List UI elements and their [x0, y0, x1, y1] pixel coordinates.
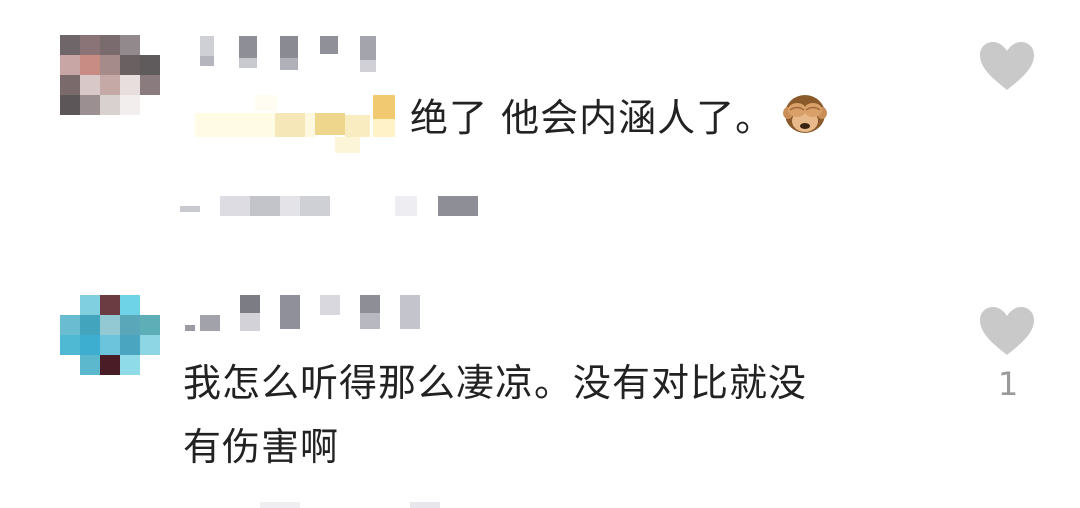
heart-icon	[978, 40, 1038, 92]
mention-redacted[interactable]	[195, 95, 405, 155]
comment-item: 绝了 他会内涵人了。	[0, 0, 1080, 260]
see-no-evil-monkey-icon	[782, 91, 828, 137]
username-redacted[interactable]	[195, 36, 385, 78]
heart-icon	[978, 305, 1038, 357]
comment-text: 绝了 他会内涵人了。	[410, 90, 828, 146]
comment-meta-redacted	[180, 192, 480, 232]
avatar[interactable]	[60, 295, 160, 375]
like-count: 1	[997, 365, 1019, 403]
username-redacted[interactable]	[185, 295, 425, 335]
comment-item: 我怎么听得那么凄凉。没有对比就没 有伤害啊 1	[0, 260, 1080, 508]
like-button[interactable]	[978, 305, 1038, 357]
comment-text: 我怎么听得那么凄凉。没有对比就没 有伤害啊	[183, 355, 807, 475]
avatar[interactable]	[60, 35, 160, 115]
like-button[interactable]	[978, 40, 1038, 92]
comment-text-content: 绝了 他会内涵人了。	[410, 96, 775, 140]
comment-text-line: 有伤害啊	[183, 425, 340, 469]
comment-meta-redacted	[260, 498, 460, 508]
comment-text-line: 我怎么听得那么凄凉。没有对比就没	[183, 361, 808, 405]
